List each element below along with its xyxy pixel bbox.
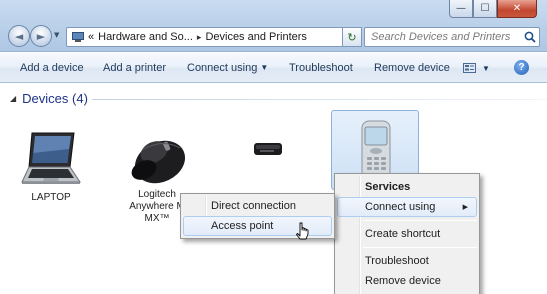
breadcrumb-devices-and-printers[interactable]: Devices and Printers <box>205 31 307 43</box>
forward-arrow-icon: ► <box>36 29 46 43</box>
menu-item-services[interactable]: Services <box>335 177 479 197</box>
mouse-icon <box>131 140 186 184</box>
command-bar: Add a device Add a printer Connect using… <box>0 53 547 83</box>
submenu-arrow-icon: ▶ <box>462 203 468 211</box>
forward-button[interactable]: ► <box>30 25 52 47</box>
menu-item-connect-using[interactable]: Connect using ▶ <box>337 197 477 217</box>
breadcrumb-separator-icon[interactable]: ▸ <box>197 32 202 43</box>
device-usb-receiver[interactable] <box>248 138 288 163</box>
menu-item-label: Connect using <box>365 201 436 213</box>
minimize-icon: — <box>456 3 466 14</box>
breadcrumb-hardware-and-sound[interactable]: Hardware and So... <box>98 31 193 43</box>
menu-separator <box>363 247 477 248</box>
control-panel-icon <box>71 31 85 43</box>
usb-receiver-icon <box>254 143 282 155</box>
search-input[interactable] <box>365 31 521 43</box>
menu-item-remove-device[interactable]: Remove device <box>335 271 479 291</box>
menu-separator <box>363 220 477 221</box>
breadcrumb-overflow[interactable]: « <box>88 31 94 43</box>
close-icon: ✕ <box>512 3 522 14</box>
remove-device-button[interactable]: Remove device <box>374 62 450 74</box>
change-view-button[interactable]: ▼ <box>463 62 490 74</box>
maximize-icon: ☐ <box>480 3 490 14</box>
mouse-cursor-icon <box>296 222 309 240</box>
menu-item-create-shortcut[interactable]: Create shortcut <box>335 224 479 244</box>
collapse-group-icon[interactable]: ◢ <box>10 94 16 103</box>
search-box[interactable] <box>364 27 540 47</box>
laptop-icon <box>21 132 81 184</box>
back-arrow-icon: ◄ <box>14 29 24 43</box>
add-printer-button[interactable]: Add a printer <box>103 62 166 74</box>
chevron-down-icon: ▼ <box>260 63 269 72</box>
refresh-button[interactable]: ↻ <box>342 27 362 47</box>
window-controls: — ☐ ✕ <box>449 0 537 18</box>
title-bar: — ☐ ✕ ◄ ► ▼ « Hardware and So... ▸ Devic… <box>0 0 547 52</box>
device-laptop[interactable]: LAPTOP <box>18 127 84 204</box>
add-device-button[interactable]: Add a device <box>20 62 84 74</box>
search-icon[interactable] <box>521 31 539 43</box>
device-label: LAPTOP <box>31 192 71 203</box>
connect-using-label: Connect using <box>187 62 258 74</box>
devices-group-title: Devices (4) <box>22 91 88 106</box>
maximize-button[interactable]: ☐ <box>473 0 497 18</box>
connect-using-submenu: Direct connection Access point <box>180 193 335 239</box>
close-button[interactable]: ✕ <box>497 0 537 18</box>
troubleshoot-button[interactable]: Troubleshoot <box>289 62 353 74</box>
devices-group-header[interactable]: ◢ Devices (4) <box>10 91 88 106</box>
address-bar[interactable]: « Hardware and So... ▸ Devices and Print… <box>66 27 360 47</box>
chevron-down-icon: ▼ <box>482 63 490 73</box>
minimize-button[interactable]: — <box>449 0 473 18</box>
refresh-icon: ↻ <box>347 30 357 44</box>
connect-using-button[interactable]: Connect using ▼ <box>187 62 268 74</box>
group-divider <box>92 99 547 100</box>
menu-item-troubleshoot[interactable]: Troubleshoot <box>335 251 479 271</box>
device-context-menu: Services Connect using ▶ Create shortcut… <box>334 173 480 294</box>
menu-item-direct-connection[interactable]: Direct connection <box>181 196 334 216</box>
help-button[interactable]: ? <box>514 60 529 75</box>
view-options-icon <box>463 63 476 73</box>
help-icon: ? <box>518 62 525 73</box>
recent-pages-dropdown[interactable]: ▼ <box>54 31 62 39</box>
back-button[interactable]: ◄ <box>8 25 30 47</box>
